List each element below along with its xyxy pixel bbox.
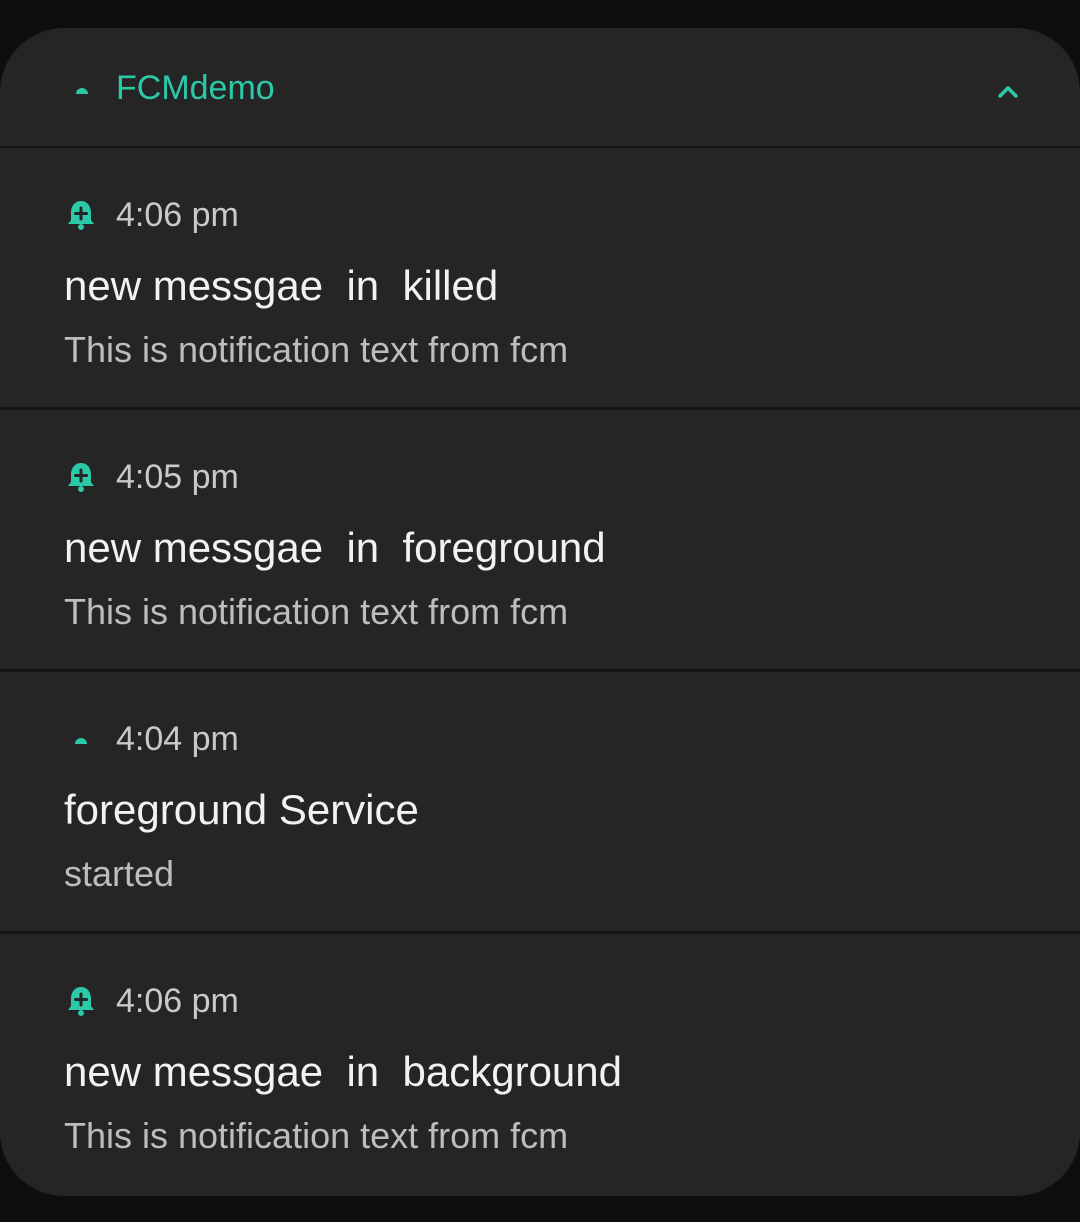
notification-title: new messgae in background — [64, 1048, 622, 1095]
notification-group: FCMdemo 4:06 pm new messgae in killed Th… — [0, 28, 1080, 1196]
notification-title: foreground Service — [64, 786, 419, 833]
notification-time: 4:05 pm — [116, 458, 239, 496]
bell-plus-icon — [68, 201, 94, 230]
notification-time: 4:06 pm — [116, 982, 239, 1020]
notification-body: This is notification text from fcm — [64, 591, 569, 632]
notification-item[interactable]: 4:04 pm foreground Service started — [0, 672, 1080, 934]
notification-time: 4:06 pm — [116, 196, 239, 234]
notification-body: This is notification text from fcm — [64, 1115, 569, 1156]
notification-item[interactable]: 4:06 pm new messgae in killed This is no… — [0, 148, 1080, 410]
notification-time: 4:04 pm — [116, 720, 239, 758]
notification-title: new messgae in foreground — [64, 524, 606, 571]
bell-plus-icon — [68, 987, 94, 1016]
notification-title: new messgae in killed — [64, 262, 499, 309]
notification-item[interactable]: 4:05 pm new messgae in foreground This i… — [0, 410, 1080, 672]
notification-body: started — [64, 853, 175, 894]
notification-group-header[interactable]: FCMdemo — [0, 28, 1080, 148]
notification-body: This is notification text from fcm — [64, 329, 569, 370]
bell-plus-icon — [68, 463, 94, 492]
android-dot-icon — [76, 88, 88, 94]
chevron-up-icon[interactable] — [988, 72, 1028, 112]
notification-item[interactable]: 4:06 pm new messgae in background This i… — [0, 934, 1080, 1196]
app-name: FCMdemo — [116, 69, 275, 107]
android-dot-icon — [75, 738, 87, 744]
